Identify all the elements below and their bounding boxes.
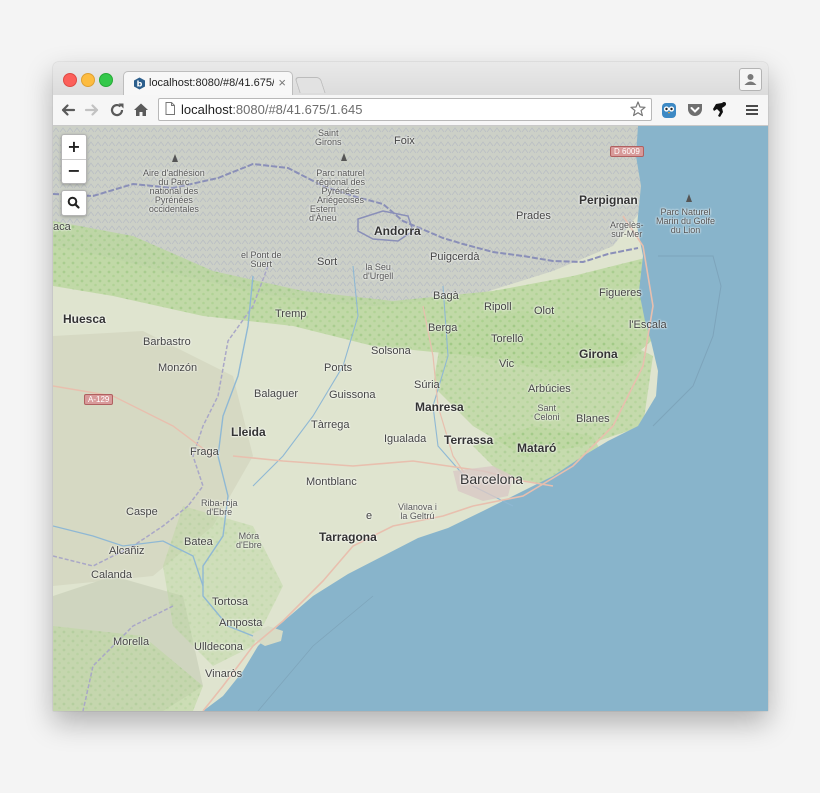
place-label: Puigcerdà: [430, 251, 480, 263]
place-label: Perpignan: [579, 193, 638, 207]
map-viewport[interactable]: + − D 6009 A-129 Aire d'adhésion du Parc…: [53, 126, 768, 711]
place-label: Tarragona: [319, 530, 377, 544]
new-tab-button[interactable]: [294, 77, 326, 93]
place-label: e: [366, 510, 373, 522]
place-label: el Pont de Suert: [241, 250, 282, 269]
place-label: Berga: [428, 322, 458, 334]
place-label: Fraga: [190, 446, 219, 458]
place-label: Vilanova i la Geltrú: [398, 502, 437, 521]
place-label: Calanda: [91, 569, 132, 581]
tab-close-icon[interactable]: ×: [278, 75, 286, 90]
owl-extension-icon[interactable]: [659, 100, 679, 120]
pocket-extension-icon[interactable]: [685, 100, 705, 120]
place-label: Sort: [317, 256, 338, 268]
place-label: Caspe: [126, 506, 158, 518]
place-label: Ulldecona: [194, 641, 243, 653]
place-label: Amposta: [219, 617, 263, 629]
url-text: localhost:8080/#8/41.675/1.645: [181, 102, 362, 117]
place-label: Guissona: [329, 389, 376, 401]
place-label: Ripoll: [484, 301, 512, 313]
place-label: Monzón: [158, 362, 198, 374]
tab-strip: b localhost:8080/#8/41.675/1.645 ×: [53, 62, 768, 96]
person-icon: [744, 74, 757, 85]
place-label: Balaguer: [254, 388, 299, 400]
minimize-window-button[interactable]: [81, 73, 95, 87]
road-shield: D 6009: [610, 146, 644, 157]
place-label: Morella: [113, 636, 150, 648]
browser-window: b localhost:8080/#8/41.675/1.645 ×: [53, 62, 768, 711]
bookmark-star-icon[interactable]: [629, 100, 647, 118]
menu-icon[interactable]: [742, 100, 762, 120]
place-label: Súria: [414, 379, 440, 391]
svg-text:b: b: [137, 80, 143, 89]
place-label: Andorra: [374, 224, 421, 238]
reload-icon[interactable]: [107, 100, 127, 120]
place-label: Igualada: [384, 433, 427, 445]
home-icon[interactable]: [131, 100, 151, 120]
place-label: Tortosa: [212, 596, 249, 608]
place-label: Girona: [579, 347, 618, 361]
address-bar[interactable]: localhost:8080/#8/41.675/1.645: [158, 98, 652, 121]
place-label: Riba-roja d'Ebre: [201, 498, 238, 517]
search-icon: [67, 196, 80, 209]
place-label: Terrassa: [444, 433, 494, 447]
zoom-in-button[interactable]: +: [62, 135, 86, 160]
place-label: Tremp: [275, 308, 307, 320]
forward-icon[interactable]: [82, 100, 102, 120]
place-label: Figueres: [599, 287, 642, 299]
place-label: aca: [53, 221, 71, 233]
favicon-icon: b: [134, 77, 145, 90]
profile-button[interactable]: [739, 68, 762, 91]
url-path: :8080/#8/41.675/1.645: [232, 102, 363, 117]
place-label: Barbastro: [143, 336, 191, 348]
park-label: Aire d'adhésion du Parc national des Pyr…: [143, 168, 205, 214]
map-search-button[interactable]: [61, 190, 87, 216]
browser-toolbar: localhost:8080/#8/41.675/1.645: [53, 95, 768, 126]
place-label: l'Escala: [629, 319, 667, 331]
place-label: Arbúcies: [528, 383, 571, 395]
place-label: Batea: [184, 536, 213, 548]
place-label: Saint Girons: [315, 128, 342, 147]
place-label: Solsona: [371, 345, 411, 357]
park-label: Parc naturel régional des Pyrénées Ariég…: [316, 168, 366, 205]
place-label: Sant Celoni: [534, 403, 560, 422]
ninja-extension-icon[interactable]: [711, 100, 731, 120]
place-label: Tàrrega: [311, 419, 350, 431]
place-label: Manresa: [415, 400, 464, 414]
tab-title: localhost:8080/#8/41.675/1.645: [149, 77, 274, 89]
zoom-control: + −: [61, 134, 87, 184]
place-label: Alcañiz: [109, 545, 145, 557]
road-shield: A-129: [84, 394, 114, 405]
place-label: Vinaròs: [205, 668, 243, 680]
page-icon: [165, 102, 175, 115]
place-label: Argelès- sur-Mer: [610, 220, 644, 239]
url-host: localhost: [181, 102, 233, 117]
place-label: Vic: [499, 358, 515, 370]
back-icon[interactable]: [58, 100, 78, 120]
park-label: Parc Naturel Marin du Golfe du Lion: [656, 207, 716, 235]
place-label: Lleida: [231, 425, 266, 439]
place-label: Huesca: [63, 312, 106, 326]
place-label: Blanes: [576, 413, 610, 425]
place-label: la Seu d'Urgell: [363, 262, 394, 281]
place-label: Esterri d'Àneu: [309, 204, 337, 223]
zoom-window-button[interactable]: [99, 73, 113, 87]
place-label: Foix: [394, 135, 415, 147]
place-label: Bagà: [433, 290, 459, 302]
place-label: Torelló: [491, 333, 524, 345]
place-label: Olot: [534, 305, 555, 317]
place-label: Barcelona: [460, 471, 524, 487]
zoom-out-button[interactable]: −: [62, 159, 86, 183]
place-label: Prades: [516, 210, 551, 222]
place-label: Móra d'Ebre: [236, 531, 262, 550]
place-label: Mataró: [517, 441, 557, 455]
place-label: Montblanc: [306, 476, 357, 488]
tab-active[interactable]: b localhost:8080/#8/41.675/1.645 ×: [123, 71, 293, 96]
close-window-button[interactable]: [63, 73, 77, 87]
place-label: Ponts: [324, 362, 353, 374]
